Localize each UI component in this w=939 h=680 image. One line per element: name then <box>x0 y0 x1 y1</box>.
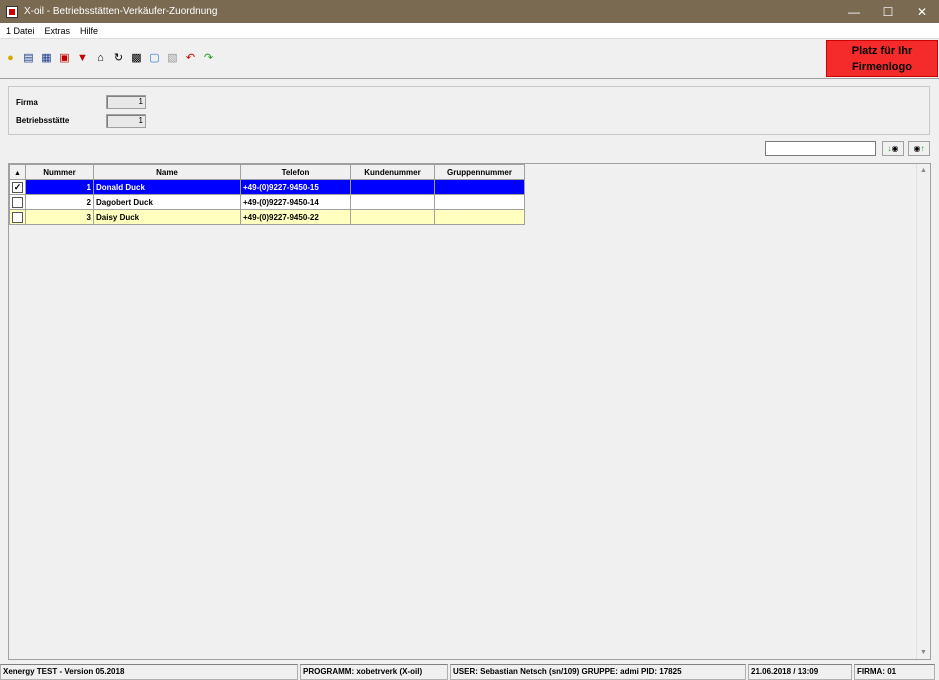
grid-header-row: ▲ Nummer Name Telefon Kundenummer Gruppe… <box>9 164 525 180</box>
cell-nummer[interactable]: 1 <box>25 179 94 195</box>
maximize-icon: ☐ <box>882 4 894 19</box>
table-row[interactable]: 2 Dagobert Duck +49-(0)9227-9450-14 <box>9 194 525 210</box>
vertical-scrollbar[interactable]: ▲ ▼ <box>916 164 930 659</box>
header-groupbox: Firma 1 Betriebsstätte 1 <box>8 86 930 135</box>
data-grid-panel: ▲ Nummer Name Telefon Kundenummer Gruppe… <box>8 163 931 660</box>
table-row[interactable]: 3 Daisy Duck +49-(0)9227-9450-22 <box>9 209 525 225</box>
cell-kundenummer[interactable] <box>350 179 435 195</box>
minimize-icon: — <box>848 4 860 19</box>
col-header-telefon[interactable]: Telefon <box>240 164 351 180</box>
logo-line-2: Firmenlogo <box>852 60 912 73</box>
undo-icon[interactable]: ↶ <box>183 51 198 66</box>
cell-telefon[interactable]: +49-(0)9227-9450-22 <box>240 209 351 225</box>
home-icon[interactable]: ⌂ <box>93 51 108 66</box>
search-input[interactable] <box>765 141 876 156</box>
col-header-nummer[interactable]: Nummer <box>25 164 94 180</box>
book-info-icon[interactable]: ▤ <box>21 51 36 66</box>
menu-extras[interactable]: Extras <box>41 26 75 36</box>
cell-nummer[interactable]: 2 <box>25 194 94 210</box>
row-checkbox-cell[interactable] <box>9 209 26 225</box>
row-checkbox-cell[interactable]: ✓ <box>9 179 26 195</box>
menu-hilfe[interactable]: Hilfe <box>76 26 102 36</box>
status-bar: Xenergy TEST - Version 05.2018 PROGRAMM:… <box>0 664 939 680</box>
refresh-icon[interactable]: ↻ <box>111 51 126 66</box>
window-icon[interactable]: ▢ <box>147 51 162 66</box>
status-datetime: 21.06.2018 / 13:09 <box>748 664 852 680</box>
filter-icon[interactable]: ▼ <box>75 51 90 66</box>
col-header-kundenummer[interactable]: Kundenummer <box>350 164 435 180</box>
scroll-up-icon[interactable]: ▲ <box>917 164 930 177</box>
company-logo-placeholder: Platz für Ihr Firmenlogo <box>826 40 938 77</box>
menu-datei[interactable]: 1 Datei <box>2 26 39 36</box>
close-icon: ✕ <box>916 4 928 19</box>
betriebsstaette-field[interactable]: 1 <box>106 114 146 128</box>
betriebsstaette-label: Betriebsstätte <box>16 116 70 125</box>
redo-icon[interactable]: ↷ <box>201 51 216 66</box>
minimize-button[interactable]: — <box>837 0 871 23</box>
database-icon[interactable]: ▣ <box>57 51 72 66</box>
status-version: Xenergy TEST - Version 05.2018 <box>0 664 298 680</box>
data-grid: ▲ Nummer Name Telefon Kundenummer Gruppe… <box>9 164 525 225</box>
sort-up-icon: ▲ <box>14 169 21 177</box>
window-title: X-oil - Betriebsstätten-Verkäufer-Zuordn… <box>24 6 218 17</box>
cell-name[interactable]: Dagobert Duck <box>93 194 241 210</box>
arrow-up-icon: ↑ <box>920 144 925 153</box>
app-icon <box>6 5 18 18</box>
cell-gruppennummer[interactable] <box>434 194 525 210</box>
status-firma: FIRMA: 01 <box>854 664 935 680</box>
lightbulb-icon[interactable]: ● <box>3 51 18 66</box>
cell-name[interactable]: Donald Duck <box>93 179 241 195</box>
maximize-button[interactable]: ☐ <box>871 0 905 23</box>
cell-telefon[interactable]: +49-(0)9227-9450-14 <box>240 194 351 210</box>
table-row[interactable]: ✓ 1 Donald Duck +49-(0)9227-9450-15 <box>9 179 525 195</box>
cell-gruppennummer[interactable] <box>434 209 525 225</box>
firma-field[interactable]: 1 <box>106 95 146 109</box>
cell-kundenummer[interactable] <box>350 209 435 225</box>
title-bar: X-oil - Betriebsstätten-Verkäufer-Zuordn… <box>0 0 939 23</box>
firma-label: Firma <box>16 98 38 107</box>
binoculars-icon: ◉ <box>891 144 899 153</box>
toolbar: ● ▤ ▦ ▣ ▼ ⌂ ↻ ▩ ▢ ▧ ↶ ↷ <box>0 39 939 79</box>
sort-header-cell[interactable]: ▲ <box>9 164 26 180</box>
col-header-gruppennummer[interactable]: Gruppennummer <box>434 164 525 180</box>
scroll-down-icon[interactable]: ▼ <box>917 646 930 659</box>
cell-name[interactable]: Daisy Duck <box>93 209 241 225</box>
close-button[interactable]: ✕ <box>905 0 939 23</box>
col-header-name[interactable]: Name <box>93 164 241 180</box>
menu-bar: 1 Datei Extras Hilfe <box>0 23 939 39</box>
row-checkbox-checked[interactable]: ✓ <box>12 181 23 193</box>
save-icon[interactable]: ▧ <box>165 51 180 66</box>
print-icon[interactable]: ▩ <box>129 51 144 66</box>
status-user: USER: Sebastian Netsch (sn/109) GRUPPE: … <box>450 664 746 680</box>
cell-nummer[interactable]: 3 <box>25 209 94 225</box>
cell-gruppennummer[interactable] <box>434 179 525 195</box>
search-up-button[interactable]: ◉ ↑ <box>908 141 930 156</box>
cell-telefon[interactable]: +49-(0)9227-9450-15 <box>240 179 351 195</box>
row-checkbox[interactable] <box>12 211 23 223</box>
search-down-button[interactable]: ↓ ◉ <box>882 141 904 156</box>
row-checkbox[interactable] <box>12 196 23 208</box>
logo-line-1: Platz für Ihr <box>851 44 913 57</box>
cell-kundenummer[interactable] <box>350 194 435 210</box>
binoculars-icon: ◉ <box>913 144 921 153</box>
status-program: PROGRAMM: xobetrverk (X-oil) <box>300 664 448 680</box>
row-checkbox-cell[interactable] <box>9 194 26 210</box>
book-icon[interactable]: ▦ <box>39 51 54 66</box>
